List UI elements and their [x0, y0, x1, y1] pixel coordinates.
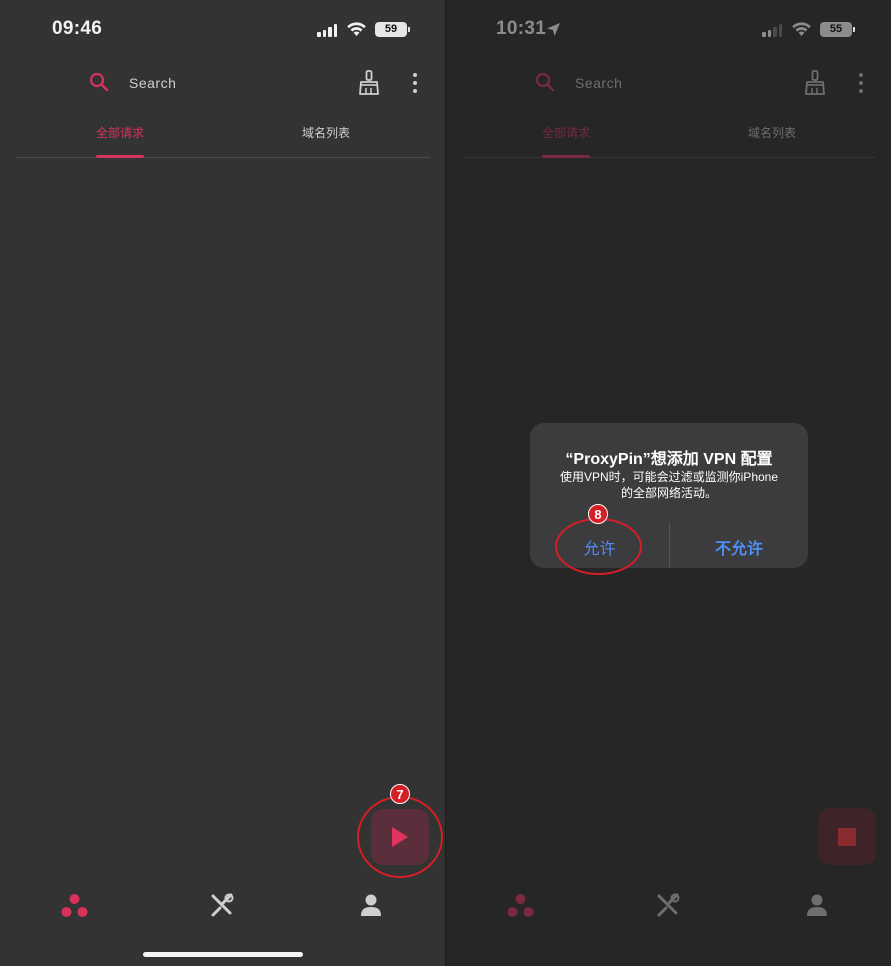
- tab-active-indicator: [542, 155, 590, 158]
- dialog-message: 使用VPN时，可能会过滤或监测你iPhone的全部网络活动。: [559, 470, 779, 500]
- search-icon: [535, 72, 555, 92]
- annotation-circle-8: [555, 518, 642, 575]
- person-icon[interactable]: [360, 893, 382, 918]
- right-phone-screen: 10:31 55 Search 全部请求 域名列表 “ProxyPin”想添加 …: [446, 0, 891, 966]
- stop-capture-button[interactable]: [818, 808, 876, 865]
- location-arrow-icon: [547, 23, 560, 36]
- more-options-icon[interactable]: [413, 73, 417, 97]
- battery-indicator: 59: [375, 22, 410, 37]
- status-time: 09:46: [52, 18, 103, 39]
- wifi-icon: [347, 22, 366, 36]
- person-icon: [807, 894, 827, 916]
- more-options-icon: [859, 73, 863, 97]
- home-indicator: [143, 952, 303, 957]
- tab-domain-list[interactable]: 域名列表: [302, 124, 350, 141]
- tab-all-requests[interactable]: 全部请求: [96, 124, 144, 141]
- tab-active-indicator: [96, 155, 144, 158]
- dialog-title: “ProxyPin”想添加 VPN 配置: [565, 451, 773, 468]
- tools-icon[interactable]: [210, 893, 235, 918]
- tab-bar-divider: [462, 157, 876, 158]
- tab-bar-divider: [16, 157, 430, 158]
- wifi-icon: [792, 22, 811, 36]
- battery-indicator: 55: [820, 22, 855, 37]
- annotation-circle-7: [357, 796, 443, 878]
- network-icon[interactable]: [61, 893, 88, 918]
- left-phone-screen: 09:46 59 Search 全部请求 域名列表 7: [0, 0, 446, 966]
- search-input[interactable]: Search: [129, 75, 176, 91]
- deny-button[interactable]: 不允许: [670, 535, 808, 559]
- tab-all-requests: 全部请求: [542, 126, 591, 140]
- search-icon[interactable]: [89, 72, 109, 92]
- tab-domain-list: 域名列表: [748, 126, 797, 140]
- network-icon: [507, 894, 534, 917]
- cellular-signal-icon: [762, 24, 782, 37]
- search-input: Search: [575, 75, 623, 91]
- annotation-number-7: 7: [390, 784, 410, 804]
- broom-icon: [805, 70, 825, 95]
- status-time: 10:31: [496, 18, 547, 39]
- broom-icon[interactable]: [358, 70, 380, 96]
- stop-icon: [838, 827, 856, 846]
- cellular-signal-icon: [317, 24, 337, 37]
- tools-icon: [657, 893, 680, 917]
- annotation-number-8: 8: [588, 504, 608, 524]
